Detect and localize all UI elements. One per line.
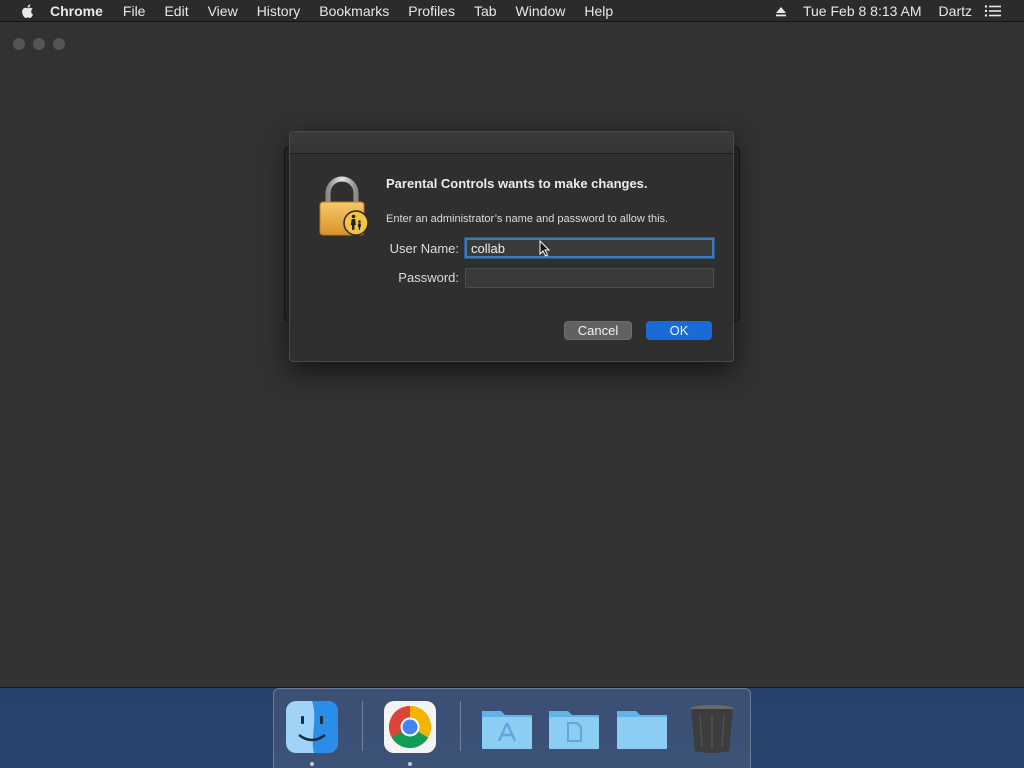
apple-icon[interactable]	[20, 3, 36, 19]
trash-icon[interactable]	[684, 699, 740, 755]
finder-icon[interactable]	[284, 699, 340, 755]
auth-dialog: Parental Controls wants to make changes.…	[289, 131, 734, 362]
zoom-window-button[interactable]	[53, 38, 65, 50]
dock-separator	[460, 701, 461, 751]
running-indicator	[408, 762, 412, 766]
menu-view[interactable]: View	[208, 3, 238, 19]
cancel-button[interactable]: Cancel	[564, 321, 632, 340]
menubar-user[interactable]: Dartz	[939, 3, 972, 19]
menu-help[interactable]: Help	[584, 3, 613, 19]
minimize-window-button[interactable]	[33, 38, 45, 50]
username-label: User Name:	[389, 241, 459, 256]
downloads-folder-icon[interactable]	[614, 699, 670, 755]
menubar-clock[interactable]: Tue Feb 8 8:13 AM	[803, 3, 922, 19]
applications-folder-icon[interactable]	[479, 699, 535, 755]
username-field[interactable]: collab	[465, 238, 714, 258]
chrome-icon[interactable]	[382, 699, 438, 755]
running-indicator	[310, 762, 314, 766]
text-cursor-icon	[539, 239, 551, 258]
parental-lock-icon	[317, 175, 375, 239]
menu-tab[interactable]: Tab	[474, 3, 497, 19]
menu-profiles[interactable]: Profiles	[408, 3, 455, 19]
menu-app-name[interactable]: Chrome	[50, 3, 103, 19]
eject-icon[interactable]	[774, 4, 788, 18]
menu-bar: Chrome File Edit View History Bookmarks …	[0, 0, 1024, 22]
menu-bookmarks[interactable]: Bookmarks	[319, 3, 389, 19]
dialog-heading: Parental Controls wants to make changes.	[386, 176, 648, 191]
password-field[interactable]	[465, 268, 714, 288]
menu-window[interactable]: Window	[516, 3, 566, 19]
menu-file[interactable]: File	[123, 3, 146, 19]
password-label: Password:	[398, 270, 459, 285]
dock-separator	[362, 701, 363, 751]
documents-folder-icon[interactable]	[546, 699, 602, 755]
dialog-message: Enter an administrator’s name and passwo…	[386, 213, 669, 225]
close-window-button[interactable]	[13, 38, 25, 50]
menu-edit[interactable]: Edit	[164, 3, 188, 19]
window-controls	[13, 38, 65, 50]
ok-button[interactable]: OK	[646, 321, 712, 340]
menu-history[interactable]: History	[257, 3, 301, 19]
dock	[273, 688, 751, 768]
list-icon[interactable]	[984, 4, 1002, 18]
dialog-titlebar[interactable]	[290, 132, 733, 154]
